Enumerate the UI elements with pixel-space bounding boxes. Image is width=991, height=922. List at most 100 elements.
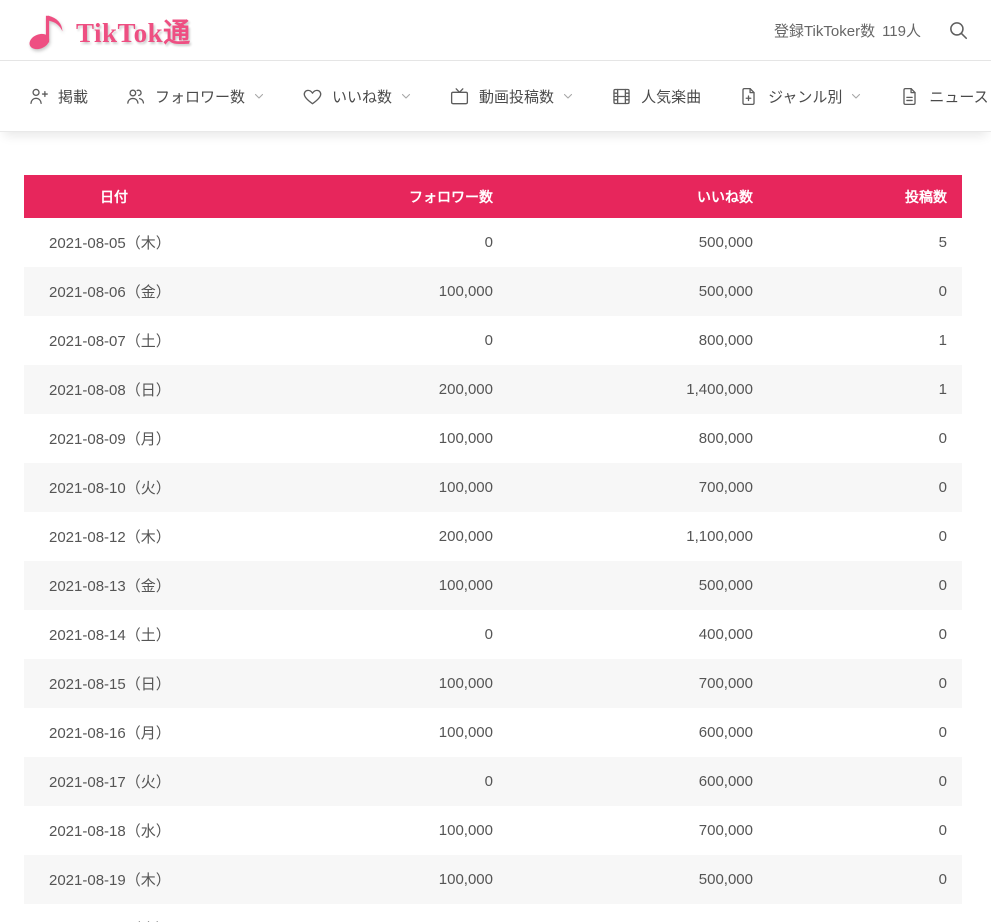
followers-cell: 100,000 [204, 267, 493, 316]
table-row: 2021-08-20（金） [24, 904, 962, 922]
likes-cell: 700,000 [493, 463, 753, 512]
likes-cell: 700,000 [493, 659, 753, 708]
table-row: 2021-08-12（木）200,0001,100,0000 [24, 512, 962, 561]
likes-cell: 500,000 [493, 218, 753, 267]
table-row: 2021-08-08（日）200,0001,400,0001 [24, 365, 962, 414]
posts-cell: 0 [753, 659, 962, 708]
posts-cell: 0 [753, 561, 962, 610]
followers-cell: 0 [204, 757, 493, 806]
followers-cell: 100,000 [204, 561, 493, 610]
date-cell: 2021-08-16（月） [24, 708, 204, 757]
date-cell: 2021-08-08（日） [24, 365, 204, 414]
date-cell: 2021-08-09（月） [24, 414, 204, 463]
followers-cell: 0 [204, 218, 493, 267]
people-icon [125, 86, 146, 107]
posts-cell: 1 [753, 316, 962, 365]
likes-cell: 500,000 [493, 561, 753, 610]
date-cell: 2021-08-20（金） [24, 904, 204, 922]
music-note-icon [26, 6, 74, 54]
chevron-down-icon [850, 90, 862, 102]
date-cell: 2021-08-19（木） [24, 855, 204, 904]
followers-cell: 200,000 [204, 512, 493, 561]
table-row: 2021-08-09（月）100,000800,0000 [24, 414, 962, 463]
posts-cell: 0 [753, 610, 962, 659]
nav-item-label: 掲載 [58, 86, 88, 107]
column-header: 日付 [24, 175, 204, 218]
table-row: 2021-08-13（金）100,000500,0000 [24, 561, 962, 610]
likes-cell: 400,000 [493, 610, 753, 659]
likes-cell: 1,100,000 [493, 512, 753, 561]
likes-cell: 800,000 [493, 414, 753, 463]
posts-cell: 0 [753, 414, 962, 463]
nav-item-video-posts[interactable]: 動画投稿数 [449, 86, 574, 107]
nav-item-label: ニュース [929, 86, 988, 107]
chevron-down-icon [253, 90, 265, 102]
nav-item-label: いいね数 [332, 86, 392, 107]
table-row: 2021-08-19（木）100,000500,0000 [24, 855, 962, 904]
nav-item-genre[interactable]: ジャンル別 [738, 86, 862, 107]
likes-cell: 1,400,000 [493, 365, 753, 414]
posts-cell: 0 [753, 757, 962, 806]
person-add-icon [28, 86, 49, 107]
registered-tiktoker-count: 登録TikToker数 119人 [774, 20, 921, 41]
posts-cell: 0 [753, 512, 962, 561]
posts-cell: 0 [753, 267, 962, 316]
nav-item-followers[interactable]: フォロワー数 [125, 86, 265, 107]
table-row: 2021-08-10（火）100,000700,0000 [24, 463, 962, 512]
likes-cell: 700,000 [493, 806, 753, 855]
date-cell: 2021-08-14（土） [24, 610, 204, 659]
posts-cell: 0 [753, 708, 962, 757]
posts-cell: 0 [753, 806, 962, 855]
table-row: 2021-08-14（土）0400,0000 [24, 610, 962, 659]
stats-table: 日付フォロワー数いいね数投稿数 2021-08-05（木）0500,000520… [24, 175, 962, 922]
posts-cell: 1 [753, 365, 962, 414]
nav-item-label: フォロワー数 [155, 86, 245, 107]
table-row: 2021-08-06（金）100,000500,0000 [24, 267, 962, 316]
nav-item-keisai[interactable]: 掲載 [28, 86, 88, 107]
site-title: TikTok通 [76, 20, 191, 54]
followers-cell: 0 [204, 316, 493, 365]
chevron-down-icon [562, 90, 574, 102]
nav-item-popular-songs[interactable]: 人気楽曲 [611, 86, 701, 107]
site-header: TikTok通 登録TikToker数 119人 [0, 0, 991, 61]
posts-cell: 0 [753, 463, 962, 512]
likes-cell: 500,000 [493, 267, 753, 316]
column-header: 投稿数 [753, 175, 962, 218]
date-cell: 2021-08-15（日） [24, 659, 204, 708]
date-cell: 2021-08-07（土） [24, 316, 204, 365]
column-header: フォロワー数 [204, 175, 493, 218]
table-header-row: 日付フォロワー数いいね数投稿数 [24, 175, 962, 218]
column-header: いいね数 [493, 175, 753, 218]
tv-icon [449, 86, 470, 107]
nav-item-label: 動画投稿数 [479, 86, 554, 107]
posts-cell: 0 [753, 855, 962, 904]
file-plus-icon [738, 86, 759, 107]
date-cell: 2021-08-12（木） [24, 512, 204, 561]
registered-count-value: 119人 [882, 20, 921, 41]
posts-cell [753, 904, 962, 922]
heart-icon [302, 86, 323, 107]
news-icon [899, 86, 920, 107]
followers-cell: 200,000 [204, 365, 493, 414]
posts-cell: 5 [753, 218, 962, 267]
table-row: 2021-08-07（土）0800,0001 [24, 316, 962, 365]
likes-cell: 800,000 [493, 316, 753, 365]
nav-item-likes[interactable]: いいね数 [302, 86, 412, 107]
film-icon [611, 86, 632, 107]
main-nav: 掲載 フォロワー数 いいね数 動画投稿数 人気楽曲 ジャンル別 ニュース [0, 61, 991, 132]
followers-cell: 100,000 [204, 708, 493, 757]
nav-item-news[interactable]: ニュース [899, 86, 988, 107]
nav-item-label: 人気楽曲 [641, 86, 701, 107]
likes-cell: 600,000 [493, 708, 753, 757]
followers-cell: 100,000 [204, 806, 493, 855]
search-button[interactable] [947, 19, 969, 41]
main-content: 日付フォロワー数いいね数投稿数 2021-08-05（木）0500,000520… [0, 132, 991, 922]
followers-cell: 0 [204, 610, 493, 659]
likes-cell: 500,000 [493, 855, 753, 904]
table-row: 2021-08-18（水）100,000700,0000 [24, 806, 962, 855]
date-cell: 2021-08-18（水） [24, 806, 204, 855]
followers-cell: 100,000 [204, 463, 493, 512]
site-logo[interactable]: TikTok通 [26, 6, 191, 54]
nav-item-label: ジャンル別 [768, 86, 842, 107]
search-icon [947, 19, 969, 41]
